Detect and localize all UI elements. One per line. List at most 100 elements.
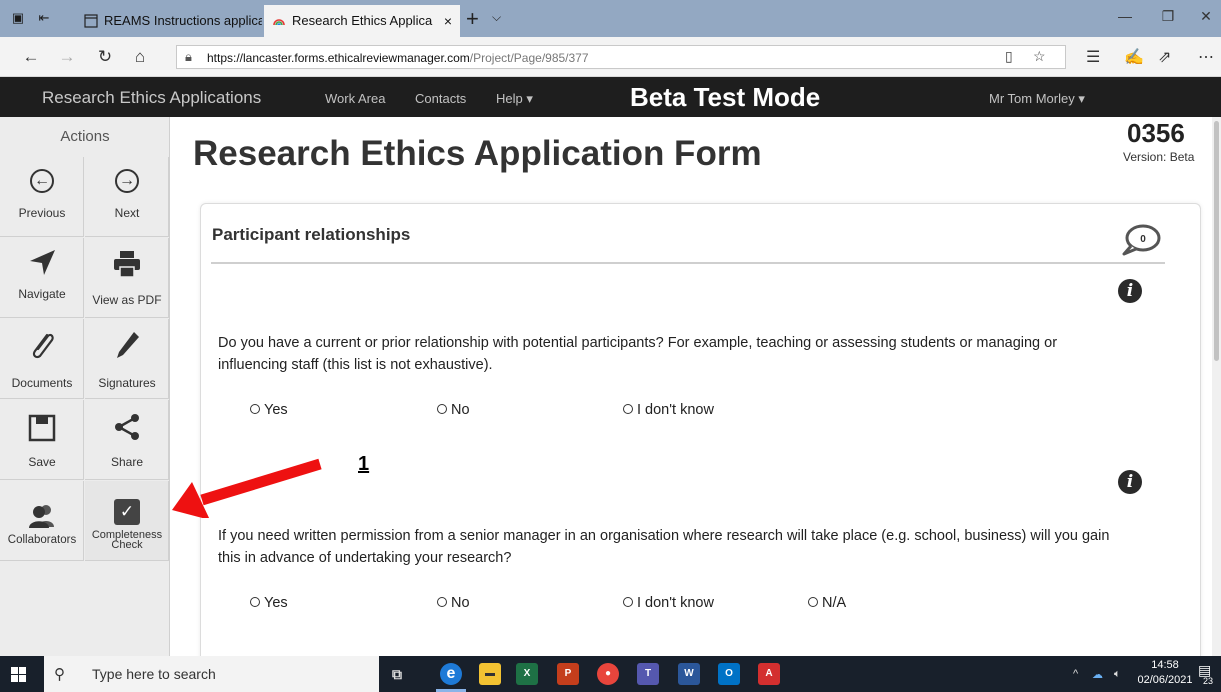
q1-option-no[interactable]: No bbox=[437, 402, 470, 418]
close-window-icon[interactable]: ✕ bbox=[1196, 8, 1216, 25]
refresh-icon[interactable]: ↻ bbox=[94, 47, 116, 67]
navigate-button[interactable]: Navigate bbox=[0, 238, 84, 318]
nav-work-area[interactable]: Work Area bbox=[325, 91, 385, 106]
system-clock[interactable]: 14:58 02/06/2021 bbox=[1137, 658, 1193, 688]
share-button[interactable]: Share bbox=[85, 400, 169, 480]
question-1-text: Do you have a current or prior relations… bbox=[218, 335, 1058, 373]
forward-icon[interactable]: → bbox=[56, 47, 78, 67]
onedrive-icon[interactable]: ☁ bbox=[1092, 668, 1103, 681]
scrollbar-thumb[interactable] bbox=[1214, 121, 1219, 361]
nav-contacts[interactable]: Contacts bbox=[415, 91, 466, 106]
notification-count: 23 bbox=[1203, 676, 1214, 686]
radio-button[interactable] bbox=[437, 404, 447, 414]
question-2-text: If you need written permission from a se… bbox=[218, 528, 1110, 566]
q1-option-dont-know[interactable]: I don't know bbox=[623, 402, 714, 418]
paperclip-icon bbox=[32, 333, 54, 359]
acrobat-icon[interactable]: A bbox=[758, 663, 780, 685]
search-icon: ⚲ bbox=[54, 666, 65, 683]
set-tabs-aside-icon[interactable]: ⇤ bbox=[36, 10, 52, 26]
completeness-check-button[interactable]: ✓ Completeness Check bbox=[85, 481, 169, 561]
previous-button[interactable]: ← Previous bbox=[0, 157, 84, 237]
annotation-number: 1 bbox=[358, 453, 370, 475]
favorite-star-icon[interactable]: ☆ bbox=[1033, 48, 1046, 65]
close-tab-icon[interactable]: × bbox=[444, 5, 452, 37]
q2-option-no[interactable]: No bbox=[437, 595, 470, 611]
navigate-icon bbox=[30, 250, 55, 275]
save-button[interactable]: Save bbox=[0, 400, 84, 480]
radio-button[interactable] bbox=[250, 597, 260, 607]
url-text: https://lancaster.forms.ethicalreviewman… bbox=[207, 51, 589, 65]
collaborators-button[interactable]: Collaborators bbox=[0, 481, 84, 561]
home-icon[interactable]: ⌂ bbox=[129, 47, 151, 67]
outlook-icon[interactable]: O bbox=[718, 663, 740, 685]
comment-count: 0 bbox=[1140, 234, 1146, 245]
q1-option-yes[interactable]: Yes bbox=[250, 402, 288, 418]
browser-tab-strip: ▣ ⇤ REAMS Instructions applicat Research… bbox=[0, 0, 1221, 37]
q2-option-yes[interactable]: Yes bbox=[250, 595, 288, 611]
chevron-down-icon[interactable]: ⌵ bbox=[492, 10, 501, 25]
powerpoint-icon[interactable]: P bbox=[557, 663, 579, 685]
radio-button[interactable] bbox=[623, 404, 633, 414]
back-icon[interactable]: ← bbox=[20, 47, 42, 67]
excel-icon[interactable]: X bbox=[516, 663, 538, 685]
file-explorer-icon[interactable]: ▬ bbox=[479, 663, 501, 685]
tab-actions-icon[interactable]: ▣ bbox=[10, 10, 26, 26]
comment-bubble-icon[interactable]: 0 bbox=[1120, 223, 1162, 257]
chrome-icon[interactable]: ● bbox=[597, 663, 619, 685]
tab-reams-instructions[interactable]: REAMS Instructions applicat bbox=[76, 5, 262, 37]
info-icon[interactable]: i bbox=[1118, 279, 1142, 303]
documents-button[interactable]: Documents bbox=[0, 319, 84, 399]
document-icon bbox=[84, 14, 98, 28]
checkbox-icon: ✓ bbox=[114, 499, 140, 525]
user-menu[interactable]: Mr Tom Morley ▾ bbox=[989, 91, 1085, 107]
site-brand[interactable]: Research Ethics Applications bbox=[42, 88, 261, 108]
address-toolbar: ← → ↻ ⌂ 🔒︎ https://lancaster.forms.ethic… bbox=[0, 37, 1221, 77]
version-label: Version: Beta bbox=[1123, 150, 1195, 164]
section-divider bbox=[211, 262, 1165, 264]
more-menu-icon[interactable]: ⋯ bbox=[1198, 47, 1214, 67]
actions-sidebar: Actions ← Previous → Next Navigate View … bbox=[0, 117, 170, 656]
signatures-button[interactable]: Signatures bbox=[85, 319, 169, 399]
share-page-icon[interactable]: ⇗ bbox=[1158, 47, 1171, 67]
form-section-panel bbox=[200, 203, 1201, 663]
previous-icon: ← bbox=[30, 169, 54, 193]
red-arrow-annotation bbox=[172, 458, 322, 518]
tray-chevron-icon[interactable]: ^ bbox=[1073, 668, 1078, 680]
page-scrollbar[interactable] bbox=[1212, 117, 1221, 656]
volume-icon[interactable]: 🔈︎ bbox=[1114, 668, 1121, 681]
minimize-icon[interactable]: — bbox=[1115, 8, 1135, 24]
beta-mode-banner: Beta Test Mode bbox=[630, 82, 821, 112]
info-icon[interactable]: i bbox=[1118, 470, 1142, 494]
view-as-pdf-button[interactable]: View as PDF bbox=[85, 238, 169, 318]
radio-button[interactable] bbox=[623, 597, 633, 607]
q2-option-dont-know[interactable]: I don't know bbox=[623, 595, 714, 611]
radio-button[interactable] bbox=[250, 404, 260, 414]
next-icon: → bbox=[115, 169, 139, 193]
reading-view-icon[interactable]: ▯ bbox=[1005, 48, 1013, 65]
radio-button[interactable] bbox=[808, 597, 818, 607]
notes-pen-icon[interactable]: ✍ bbox=[1124, 47, 1144, 67]
radio-button[interactable] bbox=[437, 597, 447, 607]
restore-icon[interactable]: ❐ bbox=[1158, 8, 1178, 25]
windows-taskbar: ⚲ Type here to search ⧉ e ▬ X P ● T W O … bbox=[0, 656, 1221, 692]
task-view-icon[interactable]: ⧉ bbox=[386, 663, 408, 685]
tab-research-ethics[interactable]: Research Ethics Applica × bbox=[264, 5, 460, 37]
actions-heading: Actions bbox=[60, 128, 110, 145]
q2-option-na[interactable]: N/A bbox=[808, 595, 846, 611]
tab-title: Research Ethics Applica bbox=[292, 13, 433, 28]
share-icon bbox=[115, 414, 139, 440]
section-title: Participant relationships bbox=[212, 225, 411, 244]
new-tab-button[interactable]: + bbox=[466, 6, 479, 32]
site-navbar: Research Ethics Applications Work Area C… bbox=[0, 77, 1221, 117]
next-button[interactable]: → Next bbox=[85, 157, 169, 237]
edge-browser-icon[interactable]: e bbox=[440, 663, 462, 685]
url-field[interactable]: 🔒︎ https://lancaster.forms.ethicalreview… bbox=[176, 45, 1066, 69]
favorites-bar-icon[interactable]: ☰ bbox=[1086, 47, 1100, 67]
project-reference-number: 0356 bbox=[1127, 118, 1185, 148]
taskbar-search[interactable]: ⚲ Type here to search bbox=[44, 656, 379, 692]
teams-icon[interactable]: T bbox=[637, 663, 659, 685]
word-icon[interactable]: W bbox=[678, 663, 700, 685]
tab-title: REAMS Instructions applicat bbox=[104, 13, 262, 28]
nav-help[interactable]: Help ▾ bbox=[496, 91, 533, 107]
windows-start-icon[interactable] bbox=[11, 667, 26, 682]
